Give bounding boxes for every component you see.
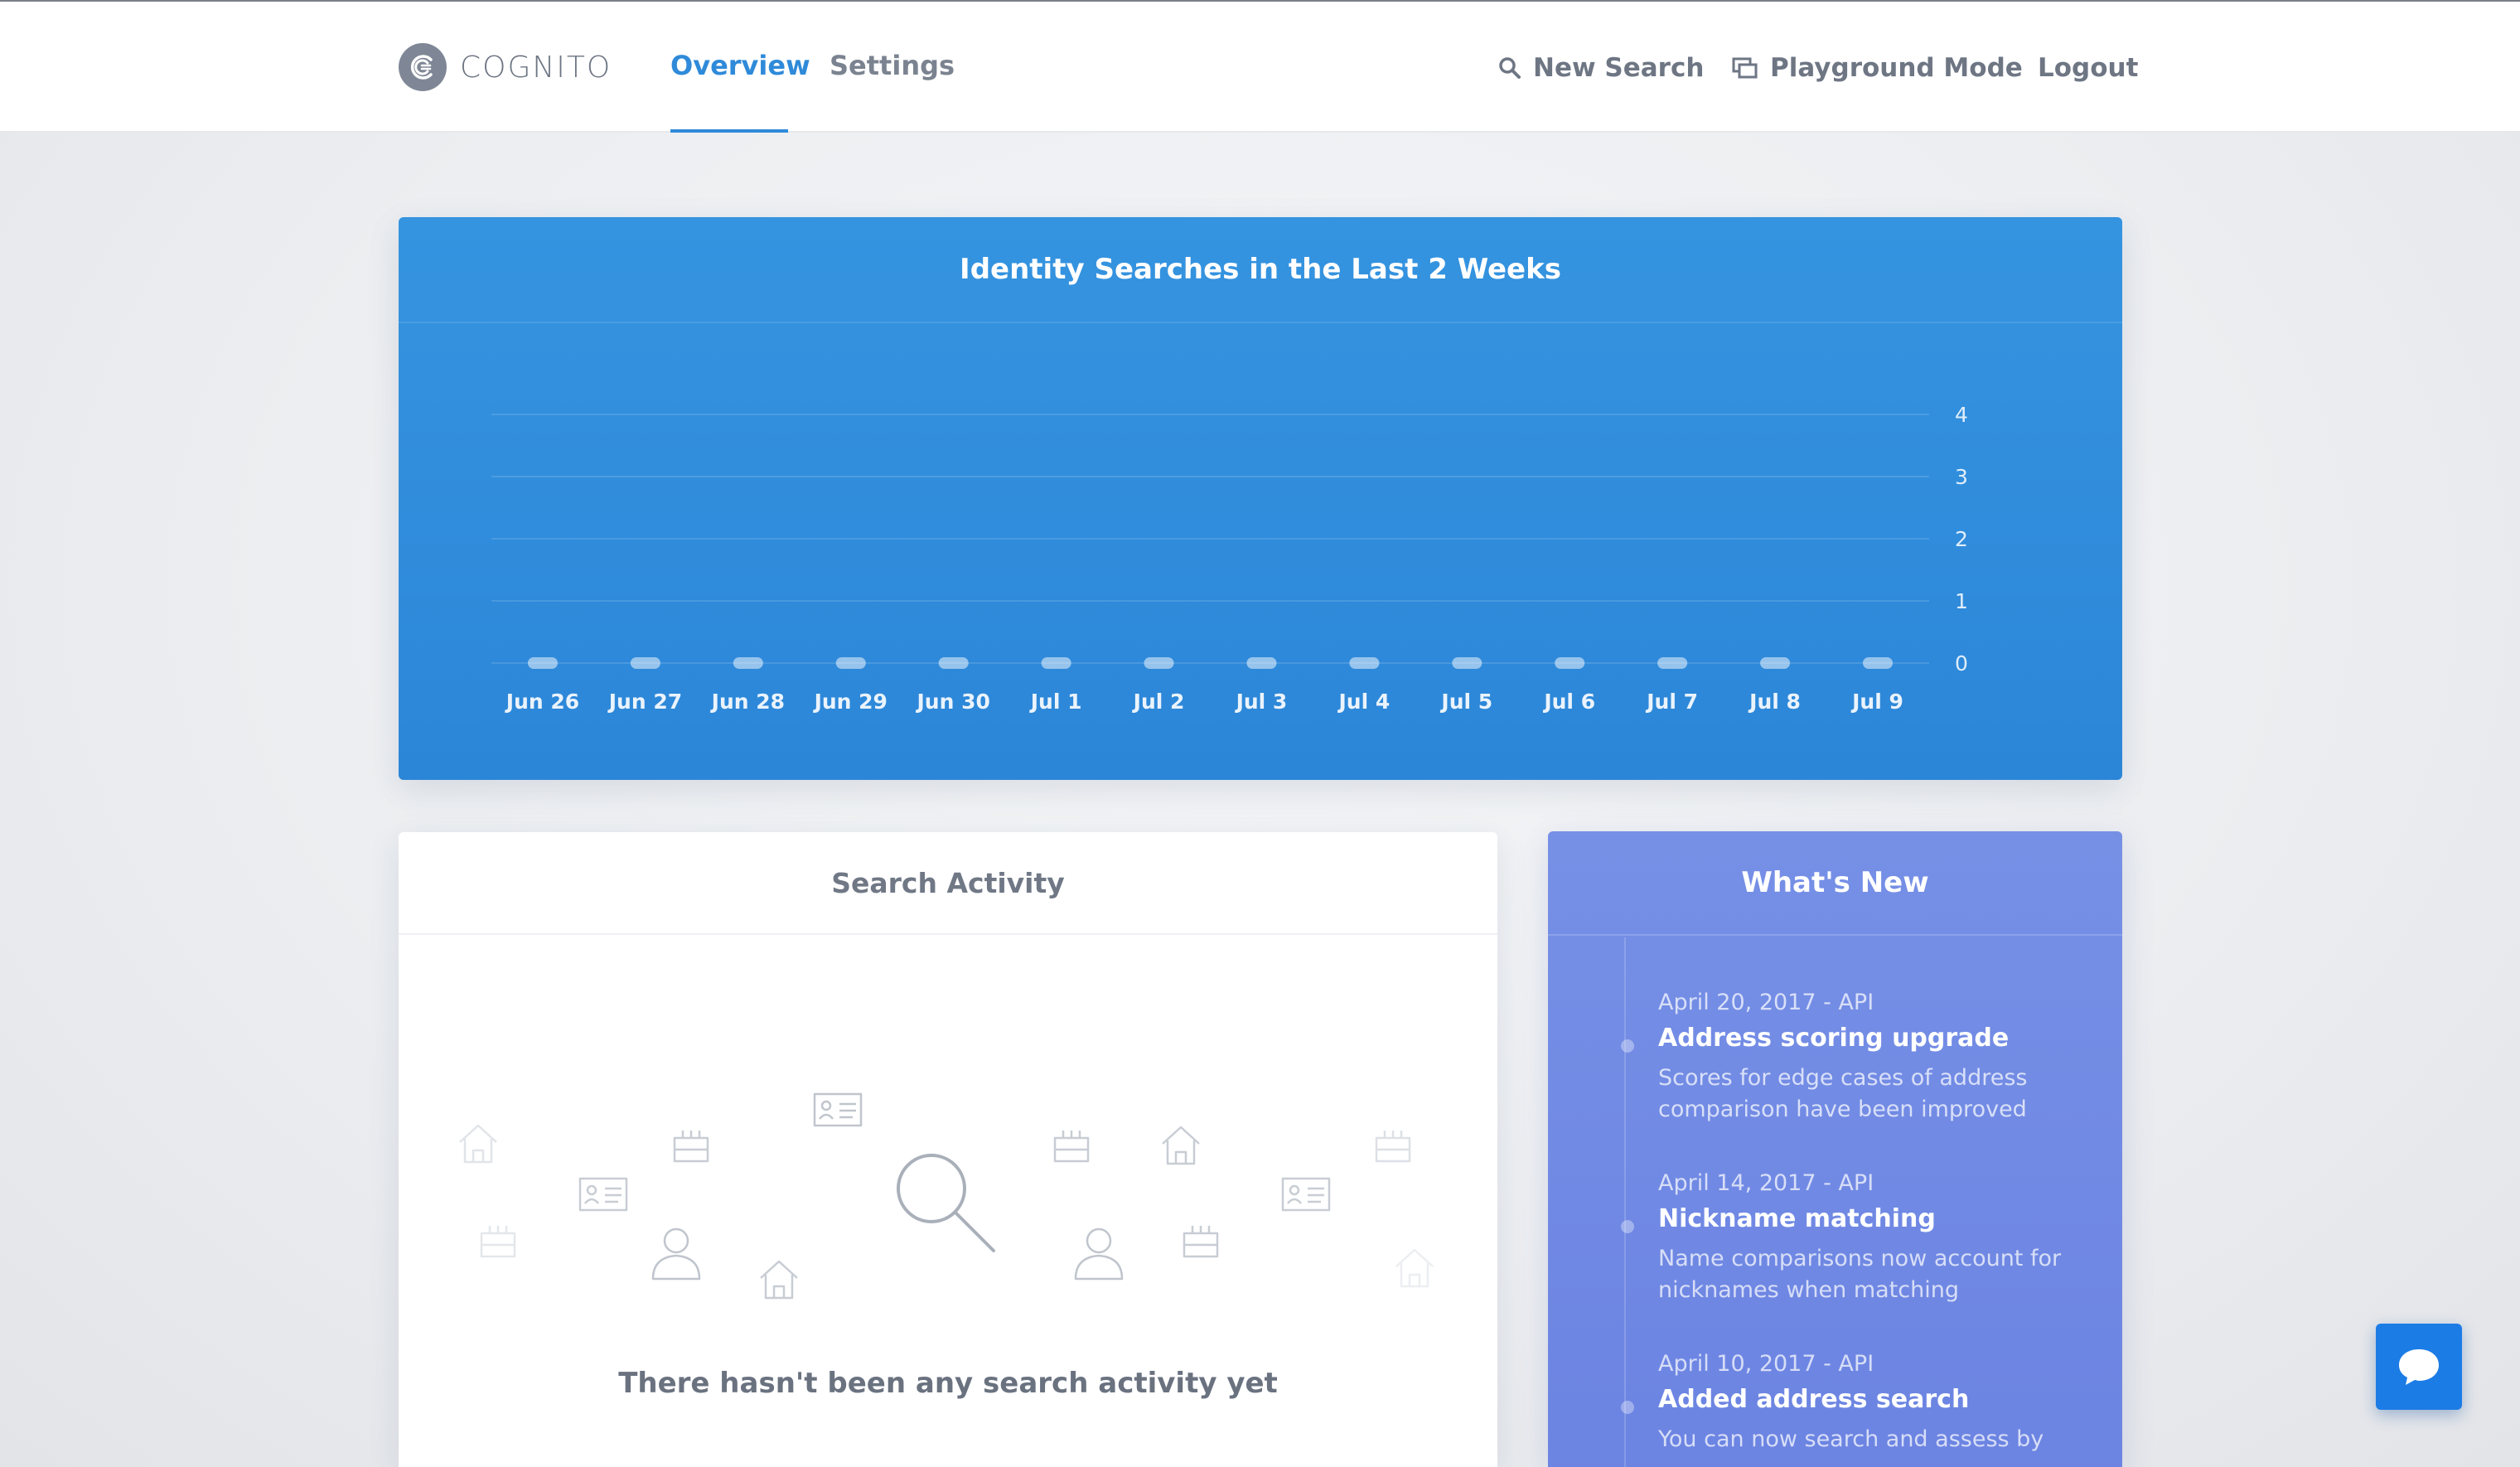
chart-bar[interactable]: [1349, 657, 1380, 669]
cognito-logo-icon: [399, 43, 447, 91]
chart-bar[interactable]: [733, 657, 763, 669]
x-tick-label: Jul 7: [1645, 690, 1698, 714]
x-tick-label: Jun 29: [813, 690, 888, 714]
timeline-dot: [1621, 1401, 1634, 1414]
news-date: April 10, 2017 - API: [1658, 1351, 1874, 1377]
x-tick-label: Jul 5: [1439, 690, 1492, 714]
chart-bar[interactable]: [1555, 657, 1585, 669]
person-icon: [1074, 1227, 1124, 1281]
birthday-cake-icon: [480, 1226, 516, 1258]
playground-mode-label: Playground Mode: [1770, 53, 2023, 83]
y-tick-label: 3: [1955, 465, 1968, 489]
birthday-cake-icon: [673, 1131, 709, 1163]
news-title: Nickname matching: [1658, 1204, 1936, 1233]
searches-chart-card: Identity Searches in the Last 2 Weeks 0 1…: [399, 217, 2122, 780]
empty-state-message: There hasn't been any search activity ye…: [618, 1367, 1278, 1400]
search-activity-title: Search Activity: [399, 832, 1497, 935]
chat-button[interactable]: [2376, 1324, 2462, 1410]
top-navbar: COGNITO Overview Settings New Search Pla…: [0, 2, 2520, 133]
searches-bar-chart: 0 1 2 3 4 Jun 26 Jun 27 Jun 28 Jun 29 Jun 30 Jul 1…: [491, 403, 1968, 714]
y-tick-label: 1: [1955, 589, 1968, 613]
x-tick-label: Jul 4: [1337, 690, 1390, 714]
chart-bar[interactable]: [1760, 657, 1791, 669]
news-title: Address scoring upgrade: [1658, 1024, 2010, 1053]
x-tick-label: Jul 1: [1029, 690, 1082, 714]
birthday-cake-icon: [1053, 1131, 1090, 1163]
logout-link[interactable]: Logout: [2038, 53, 2138, 83]
birthday-cake-icon: [1375, 1131, 1411, 1163]
news-item: April 10, 2017 - API Added address searc…: [1621, 1351, 2089, 1455]
house-icon: [1395, 1248, 1434, 1288]
timeline-dot: [1621, 1039, 1634, 1053]
chart-bar[interactable]: [1657, 657, 1688, 669]
x-tick-label: Jul 6: [1542, 690, 1595, 714]
x-tick-label: Jun 30: [915, 690, 989, 714]
house-icon: [1162, 1126, 1200, 1165]
id-card-icon: [813, 1092, 863, 1127]
chat-bubble-icon: [2399, 1349, 2439, 1385]
news-description: Scores for edge cases of address compari…: [1658, 1065, 2028, 1122]
tab-overview[interactable]: Overview: [670, 50, 810, 81]
active-tab-indicator: [670, 129, 788, 133]
timeline-line: [1624, 937, 1626, 1467]
chart-bar[interactable]: [1144, 657, 1174, 669]
empty-state-illustration: [459, 1092, 1434, 1300]
search-activity-card: Search Activity There hasn't been any se…: [399, 832, 1497, 1467]
brand-name: COGNITO: [460, 50, 612, 85]
id-card-icon: [578, 1177, 628, 1212]
birthday-cake-icon: [1183, 1226, 1219, 1258]
chart-bar[interactable]: [1041, 657, 1071, 669]
x-tick-label: Jun 27: [607, 690, 682, 714]
x-tick-label: Jul 9: [1850, 690, 1903, 714]
x-tick-label: Jul 8: [1748, 690, 1801, 714]
brand-logo[interactable]: COGNITO: [399, 43, 612, 91]
new-search-link[interactable]: New Search: [1498, 53, 1704, 83]
search-icon: [1499, 57, 1521, 79]
house-icon: [459, 1124, 497, 1164]
playground-mode-link[interactable]: Playground Mode: [1732, 53, 2023, 83]
x-tick-label: Jun 28: [710, 690, 785, 714]
logout-label: Logout: [2038, 53, 2139, 83]
magnifier-icon: [897, 1154, 995, 1252]
news-title: Added address search: [1658, 1385, 1970, 1414]
news-item: April 20, 2017 - API Address scoring upg…: [1621, 990, 2089, 1126]
x-tick-label: Jul 3: [1235, 690, 1288, 714]
new-search-label: New Search: [1533, 53, 1705, 83]
news-item: April 14, 2017 - API Nickname matching N…: [1621, 1170, 2089, 1306]
chart-bar[interactable]: [1452, 657, 1482, 669]
chart-bar[interactable]: [630, 657, 660, 669]
news-description: You can now search and assess by: [1658, 1426, 2044, 1452]
news-date: April 20, 2017 - API: [1658, 990, 1874, 1015]
whats-new-card: What's New April 20, 2017 - API Address …: [1548, 831, 2122, 1467]
news-date: April 14, 2017 - API: [1658, 1170, 1874, 1196]
y-tick-label: 0: [1955, 651, 1968, 675]
house-icon: [760, 1260, 798, 1300]
timeline-dot: [1621, 1220, 1634, 1233]
tab-settings[interactable]: Settings: [830, 50, 955, 81]
id-card-icon: [1281, 1177, 1331, 1212]
whats-new-title: What's New: [1548, 831, 2122, 936]
x-tick-label: Jun 26: [505, 690, 579, 714]
x-tick-label: Jul 2: [1132, 690, 1185, 714]
windows-icon: [1732, 57, 1758, 79]
news-description: Name comparisons now account for nicknam…: [1658, 1246, 2062, 1303]
chart-bar[interactable]: [835, 657, 866, 669]
y-tick-label: 4: [1955, 403, 1968, 427]
chart-bar[interactable]: [528, 657, 558, 669]
chart-title: Identity Searches in the Last 2 Weeks: [399, 217, 2122, 323]
chart-bar[interactable]: [1863, 657, 1893, 669]
chart-bar[interactable]: [1246, 657, 1277, 669]
chart-bar[interactable]: [938, 657, 969, 669]
y-tick-label: 2: [1955, 527, 1968, 551]
person-icon: [651, 1227, 701, 1281]
